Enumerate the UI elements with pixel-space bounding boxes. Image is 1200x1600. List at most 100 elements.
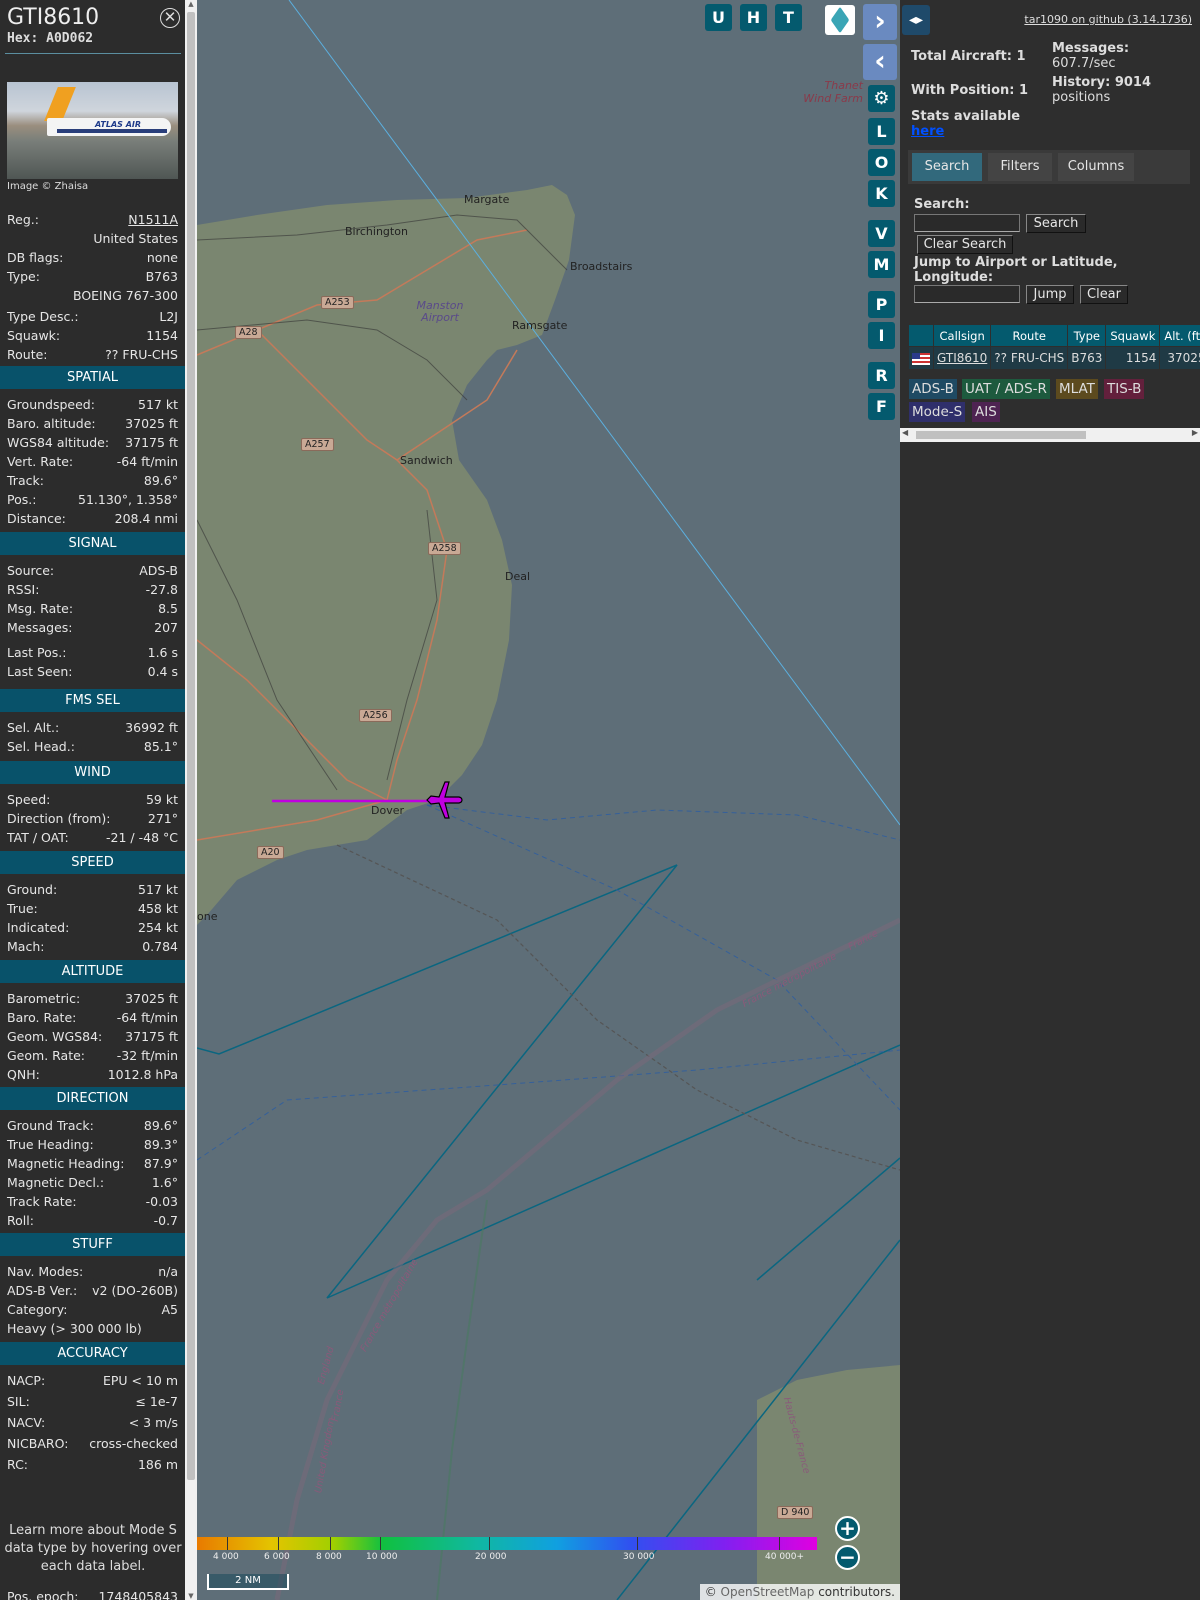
info-label: NACP: <box>7 1373 46 1388</box>
info-value: -64 ft/min <box>116 454 178 469</box>
tab-search[interactable]: Search <box>912 153 982 181</box>
search-button[interactable]: Search <box>1026 214 1086 233</box>
col-type[interactable]: Type <box>1068 325 1106 346</box>
osm-link[interactable]: OpenStreetMap <box>721 1585 815 1599</box>
col-callsign[interactable]: Callsign <box>934 325 991 346</box>
tab-filters[interactable]: Filters <box>988 153 1052 181</box>
road-label: A253 <box>321 296 354 309</box>
info-row: Category: A5 <box>7 1302 178 1320</box>
info-row: Geom. Rate: -32 ft/min <box>7 1048 178 1066</box>
map-button-v[interactable]: V <box>868 220 895 247</box>
col-flag[interactable] <box>909 325 933 346</box>
map-button-r[interactable]: R <box>868 362 895 389</box>
legend-tick-mark <box>380 1537 381 1550</box>
map-button-h[interactable]: H <box>740 4 767 31</box>
col-altitude[interactable]: Alt. (ft) <box>1160 325 1200 346</box>
hscroll-thumb[interactable] <box>916 431 1086 439</box>
tab-columns[interactable]: Columns <box>1058 153 1134 181</box>
table-hscrollbar[interactable]: ◀ ▶ <box>900 428 1200 442</box>
map-canvas[interactable]: Margate Birchington Broadstairs Manston Air… <box>197 0 900 1600</box>
info-label: Heavy (> 300 000 lb) <box>7 1321 142 1336</box>
legend-badge-ads-b[interactable]: ADS-B <box>909 379 957 399</box>
clear-search-button[interactable]: Clear Search <box>917 235 1013 254</box>
place-label: Margate <box>464 193 510 206</box>
road-label: A28 <box>235 326 262 339</box>
map-button-k[interactable]: K <box>868 180 895 207</box>
scrollbar-thumb[interactable] <box>187 12 195 1480</box>
collapse-sidebar-icon[interactable]: ‹ <box>863 44 897 80</box>
jump-button[interactable]: Jump <box>1026 285 1074 304</box>
road-label: A258 <box>428 542 461 555</box>
info-label: NACV: <box>7 1415 46 1430</box>
info-row: Route: ?? FRU-CHS <box>7 347 178 365</box>
map-button-l[interactable]: L <box>868 118 895 145</box>
legend-badge-uat-ads-r[interactable]: UAT / ADS-R <box>962 379 1050 399</box>
pos-epoch-row: Pos. epoch: 1748405843 <box>7 1589 178 1600</box>
scroll-right-icon[interactable]: ▶ <box>1192 428 1198 437</box>
info-value: 186 m <box>137 1457 178 1472</box>
jump-input[interactable] <box>914 285 1020 303</box>
stats-link[interactable]: here <box>911 124 944 139</box>
map-button-o[interactable]: O <box>868 149 895 176</box>
row-callsign[interactable]: GTI8610 <box>934 347 991 369</box>
info-label: Groundspeed: <box>7 397 95 412</box>
scroll-up-icon[interactable]: ▲ <box>185 0 197 8</box>
info-value: -0.03 <box>145 1194 178 1209</box>
info-row: True: 458 kt <box>7 901 178 919</box>
expand-sidebar-icon[interactable]: › <box>863 4 897 40</box>
info-scrollbar[interactable]: ▲ ▼ <box>185 0 197 1600</box>
github-link[interactable]: tar1090 on github (3.14.1736) <box>1024 13 1192 26</box>
table-header-row: Callsign Route Type Squawk Alt. (ft) <box>909 325 1200 346</box>
legend-tick-label: 10 000 <box>366 1552 398 1562</box>
search-input[interactable] <box>914 214 1020 232</box>
info-label: Track Rate: <box>7 1194 77 1209</box>
info-row: Messages: 207 <box>7 620 178 638</box>
toggle-sidebar-width-icon[interactable]: ◂▸ <box>902 5 930 35</box>
map-button-p[interactable]: P <box>868 291 895 318</box>
scroll-left-icon[interactable]: ◀ <box>902 428 908 437</box>
aircraft-photo[interactable]: ATLAS AIR <box>7 82 178 179</box>
layers-icon[interactable] <box>825 5 855 35</box>
info-value: 0.784 <box>142 939 178 954</box>
info-value: L2J <box>159 309 178 324</box>
info-row: RSSI: -27.8 <box>7 582 178 600</box>
info-row: TAT / OAT: -21 / -48 °C <box>7 830 178 848</box>
zoom-out-icon[interactable]: − <box>835 1545 860 1570</box>
section-fms-sel: FMS SEL <box>0 689 185 712</box>
info-label: Direction (from): <box>7 811 111 826</box>
aircraft-icon[interactable] <box>425 780 465 820</box>
table-row[interactable]: GTI8610 ?? FRU-CHS B763 1154 37025 <box>909 347 1200 369</box>
scroll-down-icon[interactable]: ▼ <box>185 1592 197 1600</box>
info-label: Reg.: <box>7 212 39 227</box>
legend-badge-ais[interactable]: AIS <box>972 402 1000 422</box>
registration-link[interactable]: N1511A <box>128 212 178 230</box>
info-row: Track Rate: -0.03 <box>7 1194 178 1212</box>
info-row: SIL: ≤ 1e-7 <box>7 1394 178 1412</box>
info-row: NICBARO: cross-checked <box>7 1436 178 1454</box>
legend-tick-mark <box>330 1537 331 1550</box>
map-button-f[interactable]: F <box>868 393 895 420</box>
info-value: United States <box>93 231 178 246</box>
info-value: 37175 ft <box>125 435 178 450</box>
legend-badge-mode-s[interactable]: Mode-S <box>909 402 966 422</box>
legend-tick-mark <box>637 1537 638 1550</box>
info-label: Sel. Head.: <box>7 739 75 754</box>
col-squawk[interactable]: Squawk <box>1106 325 1160 346</box>
pos-epoch-value: 1748405843 <box>98 1589 178 1600</box>
clear-button[interactable]: Clear <box>1080 285 1128 304</box>
map-button-u[interactable]: U <box>705 4 732 31</box>
info-row: United States <box>7 231 178 249</box>
legend-badge-tis-b[interactable]: TIS-B <box>1104 379 1145 399</box>
info-label: Baro. altitude: <box>7 416 96 431</box>
map-button-t[interactable]: T <box>775 4 802 31</box>
zoom-in-icon[interactable]: + <box>835 1516 860 1541</box>
place-label: Birchington <box>345 225 408 238</box>
close-icon[interactable]: ✕ <box>160 8 180 28</box>
map-button-m[interactable]: M <box>868 251 895 278</box>
road-label: A257 <box>301 438 334 451</box>
map-button-i[interactable]: I <box>868 322 895 349</box>
col-route[interactable]: Route <box>991 325 1068 346</box>
settings-gear-icon[interactable]: ⚙ <box>868 85 895 112</box>
legend-badge-mlat[interactable]: MLAT <box>1056 379 1098 399</box>
info-value: ≤ 1e-7 <box>135 1394 178 1409</box>
